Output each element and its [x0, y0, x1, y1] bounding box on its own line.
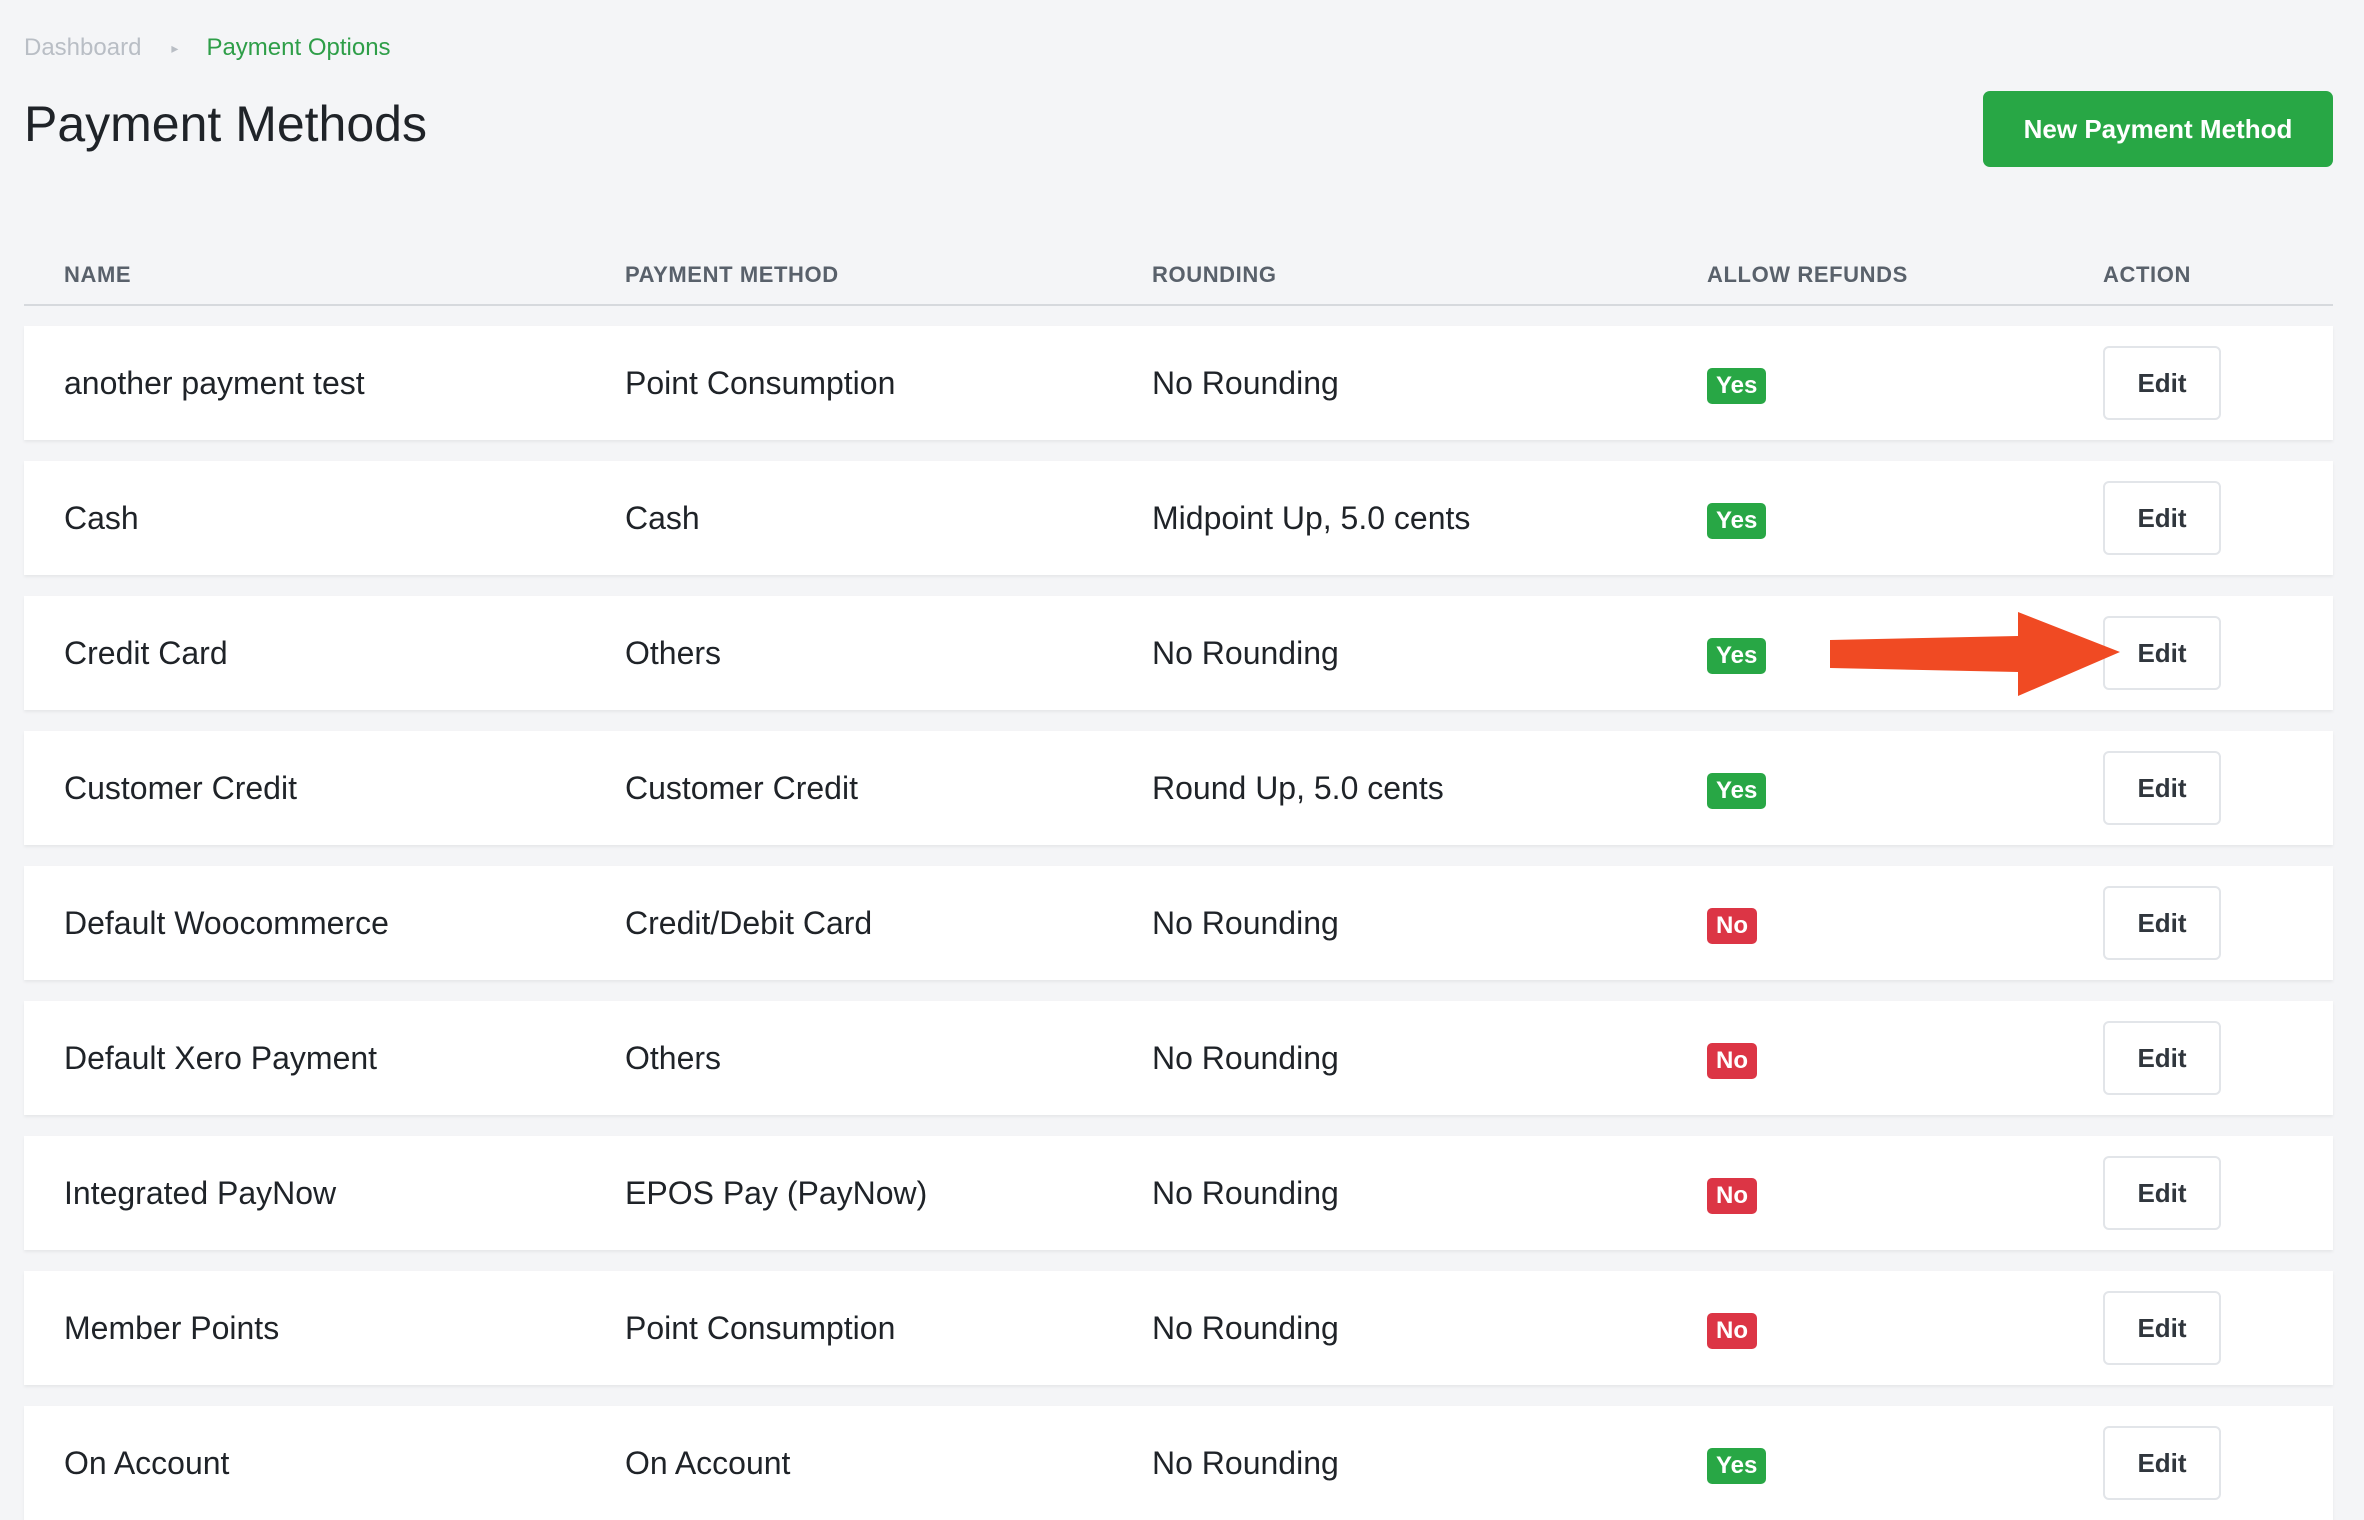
payment-method: Others — [625, 1040, 722, 1076]
edit-button[interactable]: Edit — [2103, 346, 2221, 420]
edit-button[interactable]: Edit — [2103, 1156, 2221, 1230]
arrow-right-icon — [1830, 612, 2120, 696]
edit-button[interactable]: Edit — [2103, 1291, 2221, 1365]
allow-refunds-cell: Yes — [1707, 1406, 1767, 1520]
rounding-value: Round Up, 5.0 cents — [1152, 770, 1444, 806]
table-row: another payment test Point Consumption No … — [24, 326, 2333, 440]
allow-refunds-badge: Yes — [1707, 637, 1767, 674]
column-header-rounding: ROUNDING — [1152, 262, 1277, 287]
rounding-value: No Rounding — [1152, 1040, 1339, 1076]
allow-refunds-cell: No — [1707, 866, 1757, 980]
payment-method: Point Consumption — [625, 1310, 896, 1346]
allow-refunds-cell: No — [1707, 1271, 1757, 1385]
rounding-value: No Rounding — [1152, 905, 1339, 941]
allow-refunds-badge: No — [1707, 907, 1757, 944]
allow-refunds-badge: No — [1707, 1042, 1757, 1079]
breadcrumb-current[interactable]: Payment Options — [206, 30, 390, 66]
payment-method: EPOS Pay (PayNow) — [625, 1175, 928, 1211]
column-header-allow-refunds: ALLOW REFUNDS — [1707, 262, 1908, 287]
allow-refunds-cell: No — [1707, 1001, 1757, 1115]
allow-refunds-cell: Yes — [1707, 731, 1767, 845]
payment-name: Integrated PayNow — [64, 1175, 337, 1211]
rounding-value: Midpoint Up, 5.0 cents — [1152, 500, 1471, 536]
allow-refunds-cell: Yes — [1707, 461, 1767, 575]
payment-name: Cash — [64, 500, 139, 536]
table-row: Default Xero Payment Others No Rounding No E… — [24, 1001, 2333, 1115]
table-row: Member Points Point Consumption No Roundin… — [24, 1271, 2333, 1385]
payment-name: Default Xero Payment — [64, 1040, 378, 1076]
table-row: Customer Credit Customer Credit Round Up, … — [24, 731, 2333, 845]
table-row: Integrated PayNow EPOS Pay (PayNow) No Rou… — [24, 1136, 2333, 1250]
rounding-value: No Rounding — [1152, 1175, 1339, 1211]
rounding-value: No Rounding — [1152, 1445, 1339, 1481]
rounding-value: No Rounding — [1152, 635, 1339, 671]
payment-name: another payment test — [64, 365, 365, 401]
allow-refunds-cell: Yes — [1707, 596, 1767, 710]
allow-refunds-badge: Yes — [1707, 502, 1767, 539]
payment-method: Others — [625, 635, 722, 671]
breadcrumb-separator-icon: ▸ — [171, 40, 179, 56]
payment-name: Default Woocommerce — [64, 905, 389, 941]
allow-refunds-cell: No — [1707, 1136, 1757, 1250]
column-header-payment-method: PAYMENT METHOD — [625, 262, 839, 287]
rounding-value: No Rounding — [1152, 365, 1339, 401]
allow-refunds-badge: No — [1707, 1177, 1757, 1214]
payment-method: Customer Credit — [625, 770, 858, 806]
rounding-value: No Rounding — [1152, 1310, 1339, 1346]
edit-button[interactable]: Edit — [2103, 751, 2221, 825]
page-title: Payment Methods — [24, 96, 427, 152]
allow-refunds-badge: Yes — [1707, 772, 1767, 809]
payment-method: On Account — [625, 1445, 791, 1481]
column-header-action: ACTION — [2103, 262, 2191, 287]
allow-refunds-badge: Yes — [1707, 1447, 1767, 1484]
table-row: Default Woocommerce Credit/Debit Card No R… — [24, 866, 2333, 980]
edit-button[interactable]: Edit — [2103, 1021, 2221, 1095]
new-payment-method-button[interactable]: New Payment Method — [1983, 91, 2333, 167]
allow-refunds-cell: Yes — [1707, 326, 1767, 440]
breadcrumb: Dashboard ▸ Payment Options — [24, 30, 391, 66]
table-header: NAME PAYMENT METHOD ROUNDING ALLOW REFUN… — [24, 248, 2333, 306]
edit-button[interactable]: Edit — [2103, 886, 2221, 960]
table-row: Cash Cash Midpoint Up, 5.0 cents Yes Edit — [24, 461, 2333, 575]
allow-refunds-badge: No — [1707, 1312, 1757, 1349]
breadcrumb-dashboard-link[interactable]: Dashboard — [24, 30, 141, 66]
payment-method: Point Consumption — [625, 365, 896, 401]
edit-button[interactable]: Edit — [2103, 481, 2221, 555]
payment-name: Credit Card — [64, 635, 228, 671]
payment-name: On Account — [64, 1445, 230, 1481]
payment-name: Customer Credit — [64, 770, 297, 806]
payment-name: Member Points — [64, 1310, 280, 1346]
column-header-name: NAME — [64, 262, 132, 287]
edit-button[interactable]: Edit — [2103, 1426, 2221, 1500]
payment-method: Cash — [625, 500, 700, 536]
table-row: On Account On Account No Rounding Yes Edit — [24, 1406, 2333, 1520]
payment-method: Credit/Debit Card — [625, 905, 873, 941]
allow-refunds-badge: Yes — [1707, 367, 1767, 404]
edit-button[interactable]: Edit — [2103, 616, 2221, 690]
